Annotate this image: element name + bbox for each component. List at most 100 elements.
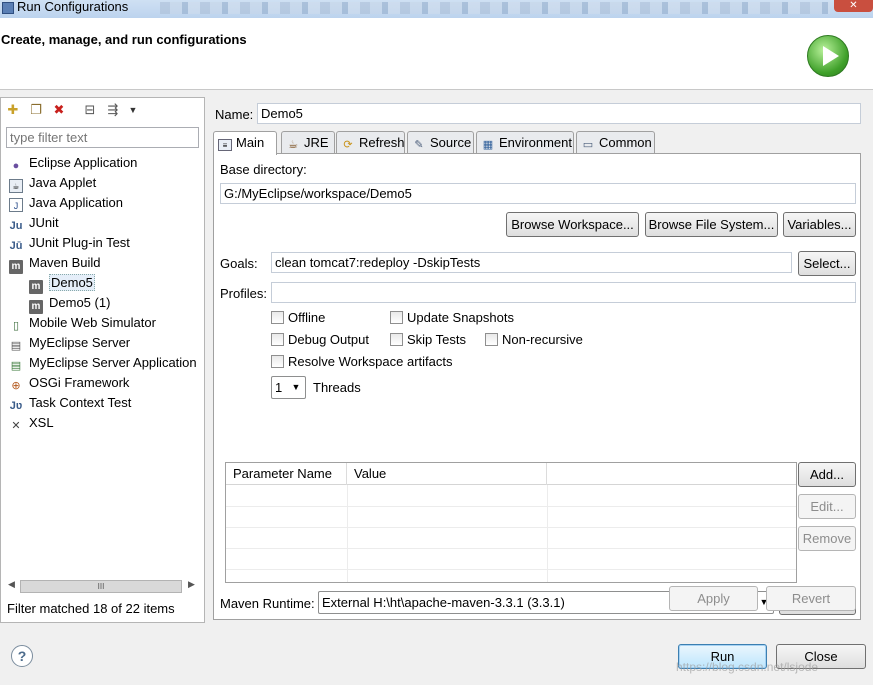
run-icon [807,35,849,77]
profiles-label: Profiles: [220,286,267,301]
task-icon: Jʋ [9,400,23,412]
table-row [226,528,796,549]
dialog-header: Create, manage, and run configurations [0,18,873,90]
browse-file-system-button[interactable]: Browse File System... [645,212,778,237]
maven-icon: m [29,280,43,294]
base-directory-field[interactable]: G:/MyEclipse/workspace/Demo5 [220,183,856,204]
java-app-icon: J [9,198,23,212]
tree-item-mobile-web-simulator[interactable]: ▯ Mobile Web Simulator [9,313,156,333]
tree-item-junit[interactable]: Ju JUnit [9,213,59,233]
add-parameter-button[interactable]: Add... [798,462,856,487]
junit-plugin-icon: Jū [9,240,23,252]
column-value[interactable]: Value [347,463,547,485]
filter-icon[interactable]: ⇶ [105,102,121,118]
tree-item-java-application[interactable]: J Java Application [9,193,123,213]
tree-item-myeclipse-server-application[interactable]: ▤ MyEclipse Server Application [9,353,197,373]
tree-item-maven-build[interactable]: m Maven Build [9,253,101,274]
tree-item-osgi-framework[interactable]: ⊕ OSGi Framework [9,373,129,393]
profiles-field[interactable] [271,282,856,303]
xsl-icon: ✕ [11,420,21,432]
scroll-right-icon[interactable]: ▶ [188,579,195,590]
tree-item-xsl[interactable]: ✕ XSL [9,413,53,433]
debug-output-checkbox[interactable]: Debug Output [271,332,369,348]
configuration-editor: Name: Demo5 ≡ Main ☕ JRE ⟳ Refresh ✎ Source … [209,97,869,623]
scroll-thumb[interactable]: III [20,580,182,593]
table-header: Parameter Name Value [226,463,796,485]
parameters-table[interactable]: Parameter Name Value [225,462,797,583]
filter-status: Filter matched 18 of 22 items [7,601,175,616]
name-label: Name: [215,107,254,122]
mobile-icon: ▯ [12,320,20,332]
maven-icon: m [29,300,43,314]
tab-environment[interactable]: ▦ Environment [476,131,574,154]
window-close-button[interactable]: ✕ [834,0,873,12]
new-config-icon[interactable]: ✚ [5,102,21,118]
duplicate-icon[interactable]: ❐ [28,102,44,118]
offline-checkbox[interactable]: Offline [271,310,325,326]
help-icon[interactable]: ? [11,645,33,667]
non-recursive-checkbox[interactable]: Non-recursive [485,332,583,348]
list-toolbar: ✚ ❐ ✖ ⊟ ⇶ ▼ [1,98,204,122]
browse-workspace-button[interactable]: Browse Workspace... [506,212,639,237]
select-goals-button[interactable]: Select... [798,251,856,276]
horizontal-scrollbar[interactable]: ◀ III ▶ [6,578,199,595]
window-title: Run Configurations [17,0,129,14]
menu-arrow-icon[interactable]: ▼ [125,102,141,118]
server-icon: ▤ [10,340,22,352]
tab-refresh[interactable]: ⟳ Refresh [336,131,405,154]
delete-icon[interactable]: ✖ [51,102,67,118]
app-icon [2,2,14,14]
revert-button[interactable]: Revert [766,586,856,611]
dialog-title: Create, manage, and run configurations [1,32,247,47]
edit-parameter-button[interactable]: Edit... [798,494,856,519]
environment-icon: ▦ [482,139,494,151]
tab-source[interactable]: ✎ Source [407,131,474,154]
tree-item-junit-plugin-test[interactable]: Jū JUnit Plug-in Test [9,233,130,253]
osgi-icon: ⊕ [11,380,21,392]
table-row [226,549,796,570]
maven-icon: m [9,260,23,274]
scroll-left-icon[interactable]: ◀ [8,579,15,590]
collapse-all-icon[interactable]: ⊟ [82,102,98,118]
main-tab-content: Base directory: G:/MyEclipse/workspace/D… [213,153,861,620]
title-bar: Run Configurations ✕ [0,0,873,18]
tab-main[interactable]: ≡ Main [213,131,277,155]
remove-parameter-button[interactable]: Remove [798,526,856,551]
tree-item-eclipse-application[interactable]: ● Eclipse Application [9,153,138,173]
filter-input[interactable] [6,127,199,148]
table-row [226,486,796,507]
server-app-icon: ▤ [10,360,22,372]
configuration-list-panel: ✚ ❐ ✖ ⊟ ⇶ ▼ ●Eclipse Application ☕Java A… [0,97,205,623]
table-row [226,507,796,528]
refresh-icon: ⟳ [343,139,353,151]
resolve-workspace-checkbox[interactable]: Resolve Workspace artifacts [271,354,453,370]
watermark: https://blog.csdn.net/lsjode [676,660,819,674]
skip-tests-checkbox[interactable]: Skip Tests [390,332,466,348]
tab-common[interactable]: ▭ Common [576,131,655,154]
goals-field[interactable]: clean tomcat7:redeploy -DskipTests [271,252,792,273]
update-snapshots-checkbox[interactable]: Update Snapshots [390,310,514,326]
tree-item-task-context-test[interactable]: Jʋ Task Context Test [9,393,132,413]
applet-icon: ☕ [9,179,23,193]
tree-item-demo5-1[interactable]: m Demo5 (1) [29,293,110,314]
source-icon: ✎ [414,139,424,151]
chevron-down-icon: ▼ [291,382,301,392]
threads-select[interactable]: 1 ▼ [271,376,306,399]
column-parameter-name[interactable]: Parameter Name [226,463,347,485]
common-icon: ▭ [582,139,594,151]
tree-item-java-applet[interactable]: ☕ Java Applet [9,173,96,193]
tab-jre[interactable]: ☕ JRE [281,131,335,154]
background-toolbar [160,2,830,14]
base-directory-label: Base directory: [220,162,307,177]
maven-runtime-label: Maven Runtime: [220,596,315,611]
tree-item-demo5[interactable]: m Demo5 [29,273,95,294]
main-tab-icon: ≡ [218,139,232,151]
goals-label: Goals: [220,256,258,271]
name-field[interactable]: Demo5 [257,103,861,124]
threads-label: Threads [313,380,361,395]
junit-icon: Ju [9,220,23,232]
tree-item-myeclipse-server[interactable]: ▤ MyEclipse Server [9,333,130,353]
apply-button[interactable]: Apply [669,586,758,611]
variables-button[interactable]: Variables... [783,212,856,237]
eclipse-icon: ● [12,160,20,172]
